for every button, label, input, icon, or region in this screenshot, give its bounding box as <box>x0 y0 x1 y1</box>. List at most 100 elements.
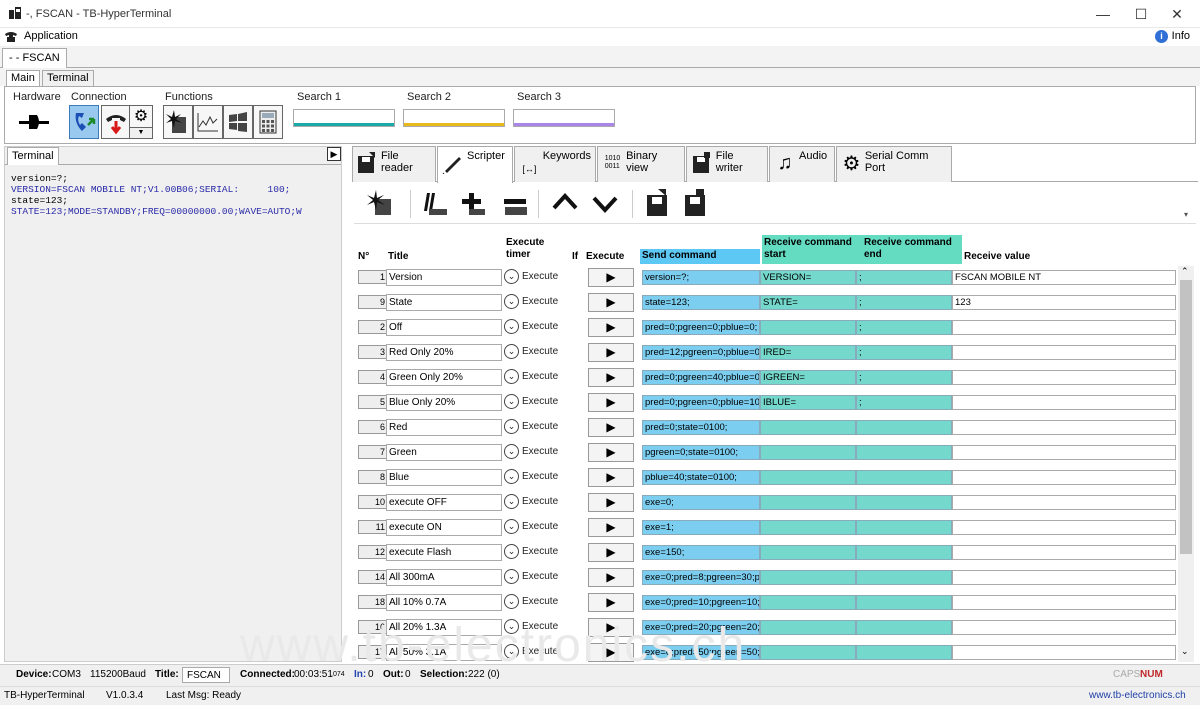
row-execute-timer[interactable]: ⌄ Execute <box>504 394 578 411</box>
row-execute-timer[interactable]: ⌄ Execute <box>504 569 578 586</box>
tab-file-reader[interactable]: File reader <box>352 146 436 182</box>
row-send-command[interactable]: exe=0;pred=10;pgreen=10;pblue=10;exe=200… <box>642 595 760 610</box>
row-execute-button[interactable]: ▶ <box>588 293 634 312</box>
row-receive-value[interactable] <box>952 420 1176 435</box>
row-title-field[interactable]: Red <box>386 419 502 436</box>
row-send-command[interactable]: pred=0;pgreen=40;pblue=0;exe=1;[PAUSE=20… <box>642 370 760 385</box>
row-execute-timer[interactable]: ⌄ Execute <box>504 594 578 611</box>
toolbar-overflow-icon[interactable]: ▾ <box>1184 210 1188 219</box>
tab-audio[interactable]: ♫ Audio <box>769 146 835 182</box>
row-send-command[interactable]: exe=0; <box>642 495 760 510</box>
search3-input[interactable] <box>513 109 615 127</box>
row-title-field[interactable]: Blue Only 20% <box>386 394 502 411</box>
row-receive-start[interactable] <box>760 570 856 585</box>
row-receive-value[interactable] <box>952 645 1176 660</box>
row-receive-start[interactable] <box>760 520 856 535</box>
row-title-field[interactable]: Green <box>386 444 502 461</box>
row-receive-end[interactable]: ; <box>856 320 952 335</box>
row-receive-value[interactable] <box>952 495 1176 510</box>
row-receive-value[interactable] <box>952 445 1176 460</box>
row-title-field[interactable]: execute ON <box>386 519 502 536</box>
open-script-button[interactable] <box>642 188 672 218</box>
row-receive-end[interactable] <box>856 645 952 660</box>
row-number[interactable]: 12 <box>358 545 388 559</box>
row-receive-value[interactable] <box>952 620 1176 635</box>
windows-function-button[interactable] <box>223 105 253 139</box>
tab-file-writer[interactable]: File writer <box>686 146 768 182</box>
row-execute-timer[interactable]: ⌄ Execute <box>504 319 578 336</box>
row-execute-timer[interactable]: ⌄ Execute <box>504 294 578 311</box>
row-execute-button[interactable]: ▶ <box>588 593 634 612</box>
terminal-tab[interactable]: Terminal <box>7 147 59 165</box>
row-send-command[interactable]: state=123; <box>642 295 760 310</box>
row-receive-value[interactable]: 123 <box>952 295 1176 310</box>
row-receive-value[interactable]: FSCAN MOBILE NT <box>952 270 1176 285</box>
row-number[interactable]: 18 <box>358 595 388 609</box>
row-execute-button[interactable]: ▶ <box>588 318 634 337</box>
row-execute-button[interactable]: ▶ <box>588 468 634 487</box>
row-execute-timer[interactable]: ⌄ Execute <box>504 369 578 386</box>
row-receive-end[interactable] <box>856 420 952 435</box>
row-send-command[interactable]: pred=12;pgreen=0;pblue=0;exe=1;[PAUSE=20… <box>642 345 760 360</box>
tab-scripter[interactable]: Scripter <box>437 146 513 183</box>
row-number[interactable]: 11 <box>358 520 388 534</box>
row-receive-start[interactable] <box>760 420 856 435</box>
row-execute-button[interactable]: ▶ <box>588 393 634 412</box>
row-receive-end[interactable]: ; <box>856 395 952 410</box>
hardware-plug-button[interactable] <box>19 105 49 139</box>
disconnect-button[interactable] <box>101 105 131 139</box>
row-title-field[interactable]: Blue <box>386 469 502 486</box>
row-number[interactable]: 1 <box>358 270 388 284</box>
tab-serial-comm-port[interactable]: ⚙ Serial Comm Port <box>836 146 952 182</box>
row-receive-end[interactable]: ; <box>856 345 952 360</box>
row-receive-start[interactable] <box>760 595 856 610</box>
row-receive-start[interactable]: IGREEN= <box>760 370 856 385</box>
row-number[interactable]: 5 <box>358 395 388 409</box>
row-receive-start[interactable] <box>760 495 856 510</box>
edit-row-button[interactable] <box>420 188 450 218</box>
table-scrollbar-thumb[interactable] <box>1180 280 1192 554</box>
row-receive-end[interactable]: ; <box>856 370 952 385</box>
save-script-button[interactable] <box>680 188 710 218</box>
row-execute-timer[interactable]: ⌄ Execute <box>504 344 578 361</box>
row-execute-button[interactable]: ▶ <box>588 268 634 287</box>
connect-button[interactable] <box>69 105 99 139</box>
row-send-command[interactable]: exe=1; <box>642 520 760 535</box>
row-receive-value[interactable] <box>952 395 1176 410</box>
row-receive-start[interactable]: IRED= <box>760 345 856 360</box>
chevron-down-icon[interactable]: ▼ <box>129 127 153 139</box>
row-receive-end[interactable] <box>856 620 952 635</box>
row-number[interactable]: 8 <box>358 470 388 484</box>
tab-keywords[interactable]: [↔] Keywords <box>514 146 596 182</box>
row-title-field[interactable]: State <box>386 294 502 311</box>
row-execute-button[interactable]: ▶ <box>588 568 634 587</box>
row-number[interactable]: 2 <box>358 320 388 334</box>
row-receive-end[interactable] <box>856 470 952 485</box>
row-send-command[interactable]: pred=0;state=0100; <box>642 420 760 435</box>
row-receive-start[interactable] <box>760 620 856 635</box>
row-receive-end[interactable] <box>856 570 952 585</box>
row-receive-end[interactable] <box>856 445 952 460</box>
row-receive-end[interactable] <box>856 545 952 560</box>
row-title-field[interactable]: Off <box>386 319 502 336</box>
row-receive-end[interactable] <box>856 595 952 610</box>
scroll-down-icon[interactable]: ⌄ <box>1181 646 1189 657</box>
row-execute-button[interactable]: ▶ <box>588 443 634 462</box>
new-function-button[interactable] <box>163 105 193 139</box>
row-execute-timer[interactable]: ⌄ Execute <box>504 444 578 461</box>
tab-binary-view[interactable]: 1010 0011 Binary view <box>597 146 685 182</box>
table-scrollbar[interactable]: ⌃ ⌄ <box>1178 266 1194 662</box>
row-send-command[interactable]: pgreen=0;state=0100; <box>642 445 760 460</box>
calculator-function-button[interactable] <box>253 105 283 139</box>
row-number[interactable]: 14 <box>358 570 388 584</box>
row-send-command[interactable]: exe=0;pred=8;pgreen=30;pblue=50;exe=2000… <box>642 570 760 585</box>
terminal-output[interactable]: version=?; VERSION=FSCAN MOBILE NT;V1.00B… <box>7 167 327 657</box>
row-receive-value[interactable] <box>952 520 1176 535</box>
row-receive-value[interactable] <box>952 570 1176 585</box>
row-execute-button[interactable]: ▶ <box>588 518 634 537</box>
row-execute-button[interactable]: ▶ <box>588 368 634 387</box>
row-execute-timer[interactable]: ⌄ Execute <box>504 269 578 286</box>
row-title-field[interactable]: Version <box>386 269 502 286</box>
row-send-command[interactable]: pblue=40;state=0100; <box>642 470 760 485</box>
row-title-field[interactable]: Green Only 20% <box>386 369 502 386</box>
